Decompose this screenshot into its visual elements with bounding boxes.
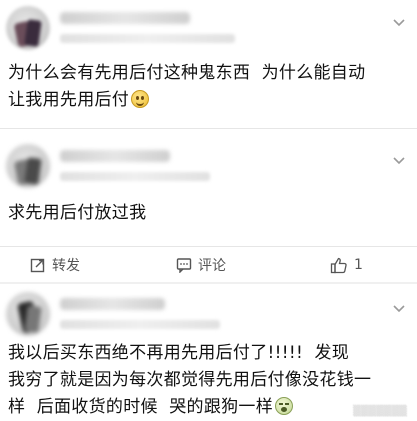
divider <box>0 128 417 129</box>
like-icon <box>330 257 347 274</box>
chevron-down-icon[interactable] <box>391 14 407 30</box>
post-text-line: 为什么会有先用后付这种鬼东西 为什么能自动 <box>8 63 366 83</box>
like-count: 1 <box>354 257 363 273</box>
post-header <box>0 138 417 196</box>
blurred-username[interactable] <box>60 12 190 24</box>
post-header <box>0 286 417 344</box>
watermark-blur: ▒▒▒▒▒▒▒ <box>353 406 407 417</box>
repost-button[interactable]: 转发 <box>30 248 80 282</box>
chevron-down-icon[interactable] <box>391 300 407 316</box>
post-text-line: 让我用先用后付 <box>8 90 130 110</box>
post-1: 为什么会有先用后付这种鬼东西 为什么能自动 让我用先用后付 <box>0 0 417 114</box>
divider <box>0 282 417 284</box>
blurred-username[interactable] <box>60 298 165 310</box>
comment-label: 评论 <box>198 258 226 274</box>
repost-label: 转发 <box>52 258 80 274</box>
post-text-line: 我以后买东西绝不再用先用后付了!!!!! 发现 <box>8 343 350 363</box>
post-2: 求先用后付放过我 <box>0 138 417 227</box>
chevron-down-icon[interactable] <box>391 152 407 168</box>
post-3: 我以后买东西绝不再用先用后付了!!!!! 发现 我穷了就是因为每次都觉得先用后付… <box>0 286 417 421</box>
comment-icon <box>176 258 192 273</box>
comment-button[interactable]: 评论 <box>176 248 226 282</box>
post-text: 为什么会有先用后付这种鬼东西 为什么能自动 让我用先用后付 <box>0 60 417 114</box>
blurred-meta <box>60 34 235 43</box>
post-text-line: 样 后面收货的时候 哭的跟狗一样 <box>8 397 274 417</box>
post-text-line: 我穷了就是因为每次都觉得先用后付像没花钱一 <box>8 370 372 390</box>
smile-emoji-icon <box>131 90 150 108</box>
blurred-meta <box>60 172 210 181</box>
blurred-meta <box>60 320 220 329</box>
like-button[interactable]: 1 <box>330 248 363 282</box>
action-bar: 转发 评论 1 <box>0 248 417 282</box>
post-header <box>0 0 417 58</box>
repost-icon <box>30 258 45 273</box>
blurred-username[interactable] <box>60 150 170 162</box>
avatar[interactable] <box>6 292 50 336</box>
post-text: 求先用后付放过我 <box>0 200 417 227</box>
avatar[interactable] <box>6 144 50 188</box>
post-text-line: 求先用后付放过我 <box>8 203 147 223</box>
divider <box>0 246 417 247</box>
cry-emoji-icon <box>275 397 294 415</box>
avatar[interactable] <box>6 6 50 50</box>
